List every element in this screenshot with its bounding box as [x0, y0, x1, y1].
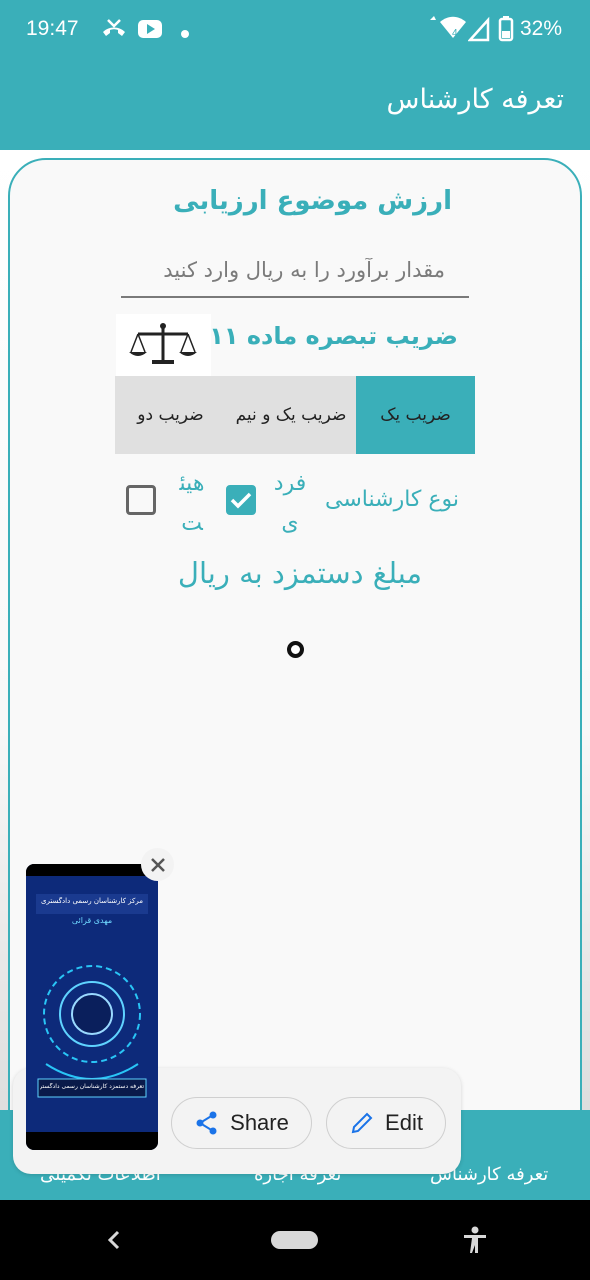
- edit-label: Edit: [385, 1110, 423, 1135]
- scale-icon: [116, 314, 211, 376]
- home-button[interactable]: [271, 1231, 318, 1249]
- tab-coefficient-two[interactable]: ضریب دو: [115, 376, 226, 454]
- back-icon[interactable]: [104, 1228, 124, 1256]
- status-time: 19:47: [26, 17, 79, 40]
- tab-coefficient-one[interactable]: ضریب یک: [356, 376, 475, 454]
- expert-type-label: نوع کارشناسی: [325, 487, 459, 512]
- close-thumbnail-button[interactable]: [141, 848, 174, 881]
- share-label: Share: [230, 1110, 289, 1135]
- section-title: ارزش موضوع ارزیابی: [173, 186, 452, 216]
- signal-icon: [467, 16, 490, 46]
- coefficient-title: ضریب تبصره ماده ۱۱: [209, 322, 458, 350]
- pencil-icon: [351, 1112, 373, 1134]
- missed-call-icon: [100, 16, 128, 46]
- check-icon: [230, 492, 252, 509]
- battery-percent: 32%: [519, 17, 562, 40]
- share-icon: [196, 1111, 217, 1135]
- youtube-icon: [137, 16, 163, 46]
- option-individual-label[interactable]: فردی: [270, 464, 310, 544]
- screenshot-thumbnail[interactable]: مرکز کارشناسان رسمی دادگستری مهدی قرائی …: [26, 864, 158, 1150]
- coefficient-tabs: ضریب یک ضریب یک و نیم ضریب دو: [115, 376, 475, 454]
- page-title: تعرفه کارشناس: [386, 84, 564, 115]
- status-bar: 19:47 4 32%: [0, 0, 590, 60]
- app-bar: تعرفه کارشناس: [0, 60, 590, 150]
- notification-dot-icon: [180, 24, 190, 43]
- board-checkbox[interactable]: [126, 485, 156, 515]
- thumbnail-name: مهدی قرائی: [71, 916, 113, 925]
- fee-label: مبلغ دستمزد به ریال: [177, 556, 423, 590]
- amount-input[interactable]: [121, 244, 469, 298]
- battery-icon: [498, 16, 514, 46]
- thumbnail-title: مرکز کارشناسان رسمی دادگستری: [41, 897, 143, 905]
- share-button[interactable]: Share: [171, 1097, 312, 1149]
- close-icon: [150, 857, 165, 872]
- wifi-icon: 4: [428, 16, 468, 46]
- loading-indicator: [287, 641, 304, 658]
- thumbnail-preview: [26, 864, 158, 1150]
- edit-button[interactable]: Edit: [326, 1097, 446, 1149]
- tab-coefficient-one-and-half[interactable]: ضریب یک و نیم: [226, 376, 356, 454]
- option-board-label[interactable]: هیئت: [172, 464, 212, 544]
- individual-checkbox[interactable]: [226, 485, 256, 515]
- svg-text:4: 4: [452, 28, 458, 39]
- thumbnail-caption: تعرفه دستمزد کارشناسان رسمی دادگستری: [40, 1083, 144, 1090]
- accessibility-icon[interactable]: [462, 1226, 488, 1258]
